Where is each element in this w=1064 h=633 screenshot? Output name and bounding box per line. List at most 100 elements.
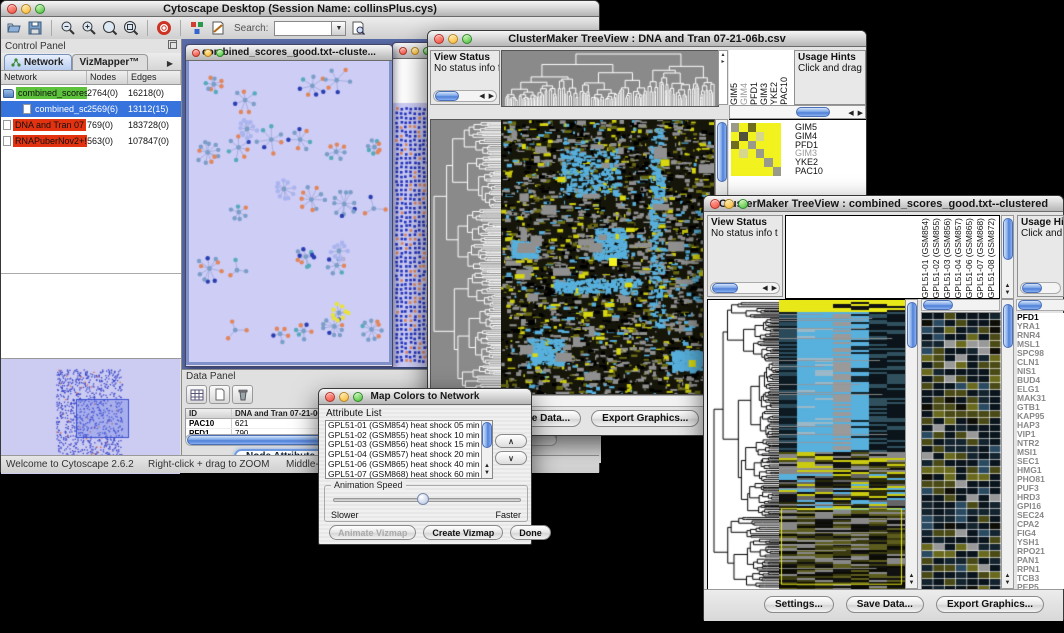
search-combobox[interactable]: ▼ <box>274 21 346 36</box>
matrix-cell[interactable] <box>748 141 756 150</box>
tv2-column-label[interactable]: GPL51-06 (GSM865) <box>964 218 975 298</box>
zoom-fit-icon[interactable] <box>122 19 140 37</box>
matrix-cell[interactable] <box>731 149 739 158</box>
matrix-cell[interactable] <box>756 123 764 132</box>
tv2-column-label[interactable]: GPL51-04 (GSM857) <box>953 218 964 298</box>
zoom-window-icon[interactable] <box>353 392 363 402</box>
tv1-column-label[interactable]: PAC10 <box>779 77 789 105</box>
col-nodes[interactable]: Nodes <box>87 71 128 84</box>
matrix-cell[interactable] <box>739 132 747 141</box>
tab-vizmapper[interactable]: VizMapper™ <box>72 54 148 70</box>
main-titlebar[interactable]: Cytoscape Desktop (Session Name: collins… <box>1 1 599 17</box>
close-icon[interactable] <box>434 34 444 44</box>
tv2-column-label[interactable]: GPL51-08 (GSM872) <box>986 218 997 298</box>
tv2-detail-heatmap[interactable] <box>921 312 1002 590</box>
matrix-cell[interactable] <box>731 132 739 141</box>
delete-attribute-icon[interactable] <box>232 385 253 404</box>
tv1-heatmap[interactable] <box>501 119 715 395</box>
matrix-cell[interactable] <box>773 141 781 150</box>
tv1-matrix-hscrollbar[interactable]: ◀ ▶ <box>729 105 866 119</box>
matrix-cell[interactable] <box>739 141 747 150</box>
float-panel-icon[interactable] <box>168 40 177 52</box>
scroll-arrows-icon[interactable]: ◀ ▶ <box>479 92 495 100</box>
matrix-cell[interactable] <box>764 132 772 141</box>
tv2-column-label[interactable]: GPL51-03 (GSM856) <box>942 218 953 298</box>
tv1-column-label[interactable]: GIM4 <box>739 83 749 105</box>
matrix-cell[interactable] <box>756 141 764 150</box>
attribute-listbox[interactable]: GPL51-01 (GSM854) heat shock 05 minGPL51… <box>325 420 493 479</box>
tv2-global-heatmap[interactable] <box>779 299 906 591</box>
speed-slider-thumb[interactable] <box>417 493 429 505</box>
network-table-row[interactable]: combined_sco 2569(6) 13112(15) <box>1 101 181 117</box>
dialog-action-button[interactable]: Done <box>510 525 551 540</box>
close-icon[interactable] <box>192 49 200 57</box>
network-window-titlebar[interactable]: combined_scores_good.txt--cluste... <box>186 45 392 61</box>
tv1-column-label[interactable]: GIM5 <box>729 83 739 105</box>
search-input[interactable] <box>274 21 332 36</box>
matrix-cell[interactable] <box>773 132 781 141</box>
tv2-detail-hscrollbar[interactable] <box>921 299 1000 311</box>
tv2-heatmap-vscrollbar[interactable]: ▲▼ <box>905 299 918 589</box>
matrix-cell[interactable] <box>773 149 781 158</box>
tv1-gene-label[interactable]: PAC10 <box>795 167 863 176</box>
zoom-in-icon[interactable] <box>80 19 98 37</box>
col-network[interactable]: Network <box>1 71 87 84</box>
tab-network[interactable]: Network <box>4 54 72 70</box>
tv2-action-button[interactable]: Settings... <box>764 596 834 613</box>
matrix-cell[interactable] <box>756 158 764 167</box>
tv1-action-button[interactable]: Export Graphics... <box>591 410 699 427</box>
tab-overflow-icon[interactable]: ▶ <box>162 57 178 70</box>
matrix-cell[interactable] <box>748 167 756 176</box>
col-edges[interactable]: Edges <box>128 71 181 84</box>
network-graph-view[interactable] <box>189 61 389 362</box>
tv2-column-label[interactable]: GPL51-02 (GSM855) <box>931 218 942 298</box>
matrix-cell[interactable] <box>764 167 772 176</box>
matrix-cell[interactable] <box>739 123 747 132</box>
matrix-cell[interactable] <box>773 167 781 176</box>
zoom-window-icon[interactable] <box>35 4 45 14</box>
network-table-row[interactable]: combined_scores 2764(0) 16218(0) <box>1 85 181 101</box>
tv2-hints-scrollbar[interactable] <box>1020 282 1061 294</box>
zoom-out-icon[interactable] <box>59 19 77 37</box>
tv1-column-label[interactable]: PFD1 <box>749 82 759 105</box>
matrix-cell[interactable] <box>739 149 747 158</box>
tv1-similarity-matrix[interactable] <box>731 123 781 176</box>
matrix-cell[interactable] <box>773 123 781 132</box>
matrix-cell[interactable] <box>748 123 756 132</box>
close-icon[interactable] <box>710 199 720 209</box>
annotation-icon[interactable] <box>209 19 227 37</box>
tv2-collabel-vscrollbar[interactable]: ▲▼ <box>1001 215 1014 299</box>
zoom-window-icon[interactable] <box>216 49 224 57</box>
open-folder-icon[interactable] <box>5 19 23 37</box>
scroll-arrows-icon[interactable]: ▲▼ <box>1002 573 1013 587</box>
matrix-cell[interactable] <box>739 167 747 176</box>
matrix-cell[interactable] <box>731 123 739 132</box>
tv1-status-scrollbar[interactable]: ◀ ▶ <box>433 90 497 102</box>
minimize-icon[interactable] <box>411 47 419 55</box>
tv2-action-button[interactable]: Save Data... <box>846 596 924 613</box>
new-attribute-icon[interactable] <box>209 385 230 404</box>
matrix-cell[interactable] <box>731 141 739 150</box>
window-controls[interactable] <box>7 4 45 14</box>
matrix-cell[interactable] <box>764 158 772 167</box>
tv1-hscrollbar[interactable] <box>501 395 715 407</box>
chevron-down-icon[interactable]: ▼ <box>332 21 346 36</box>
matrix-cell[interactable] <box>748 158 756 167</box>
minimize-icon[interactable] <box>448 34 458 44</box>
matrix-cell[interactable] <box>756 167 764 176</box>
matrix-cell[interactable] <box>764 123 772 132</box>
tv1-column-label[interactable]: GIM3 <box>759 83 769 105</box>
vizmap-icon[interactable] <box>188 19 206 37</box>
matrix-cell[interactable] <box>748 149 756 158</box>
scroll-arrows-icon[interactable]: ▲▼ <box>1002 283 1013 297</box>
attribute-list-item[interactable]: GPL51-07 (GSM868) heat shock 60 min <box>326 470 481 480</box>
close-icon[interactable] <box>325 392 335 402</box>
move-up-button[interactable]: ∧ <box>495 434 527 448</box>
scroll-arrows-icon[interactable]: ▲▼ <box>906 573 917 587</box>
attribute-list-scrollbar[interactable]: ▲▼ <box>481 421 492 478</box>
scroll-arrows-icon[interactable]: ◀ ▶ <box>762 284 778 292</box>
zoom-window-icon[interactable] <box>462 34 472 44</box>
move-down-button[interactable]: ∨ <box>495 451 527 465</box>
matrix-cell[interactable] <box>748 132 756 141</box>
minimize-icon[interactable] <box>339 392 349 402</box>
